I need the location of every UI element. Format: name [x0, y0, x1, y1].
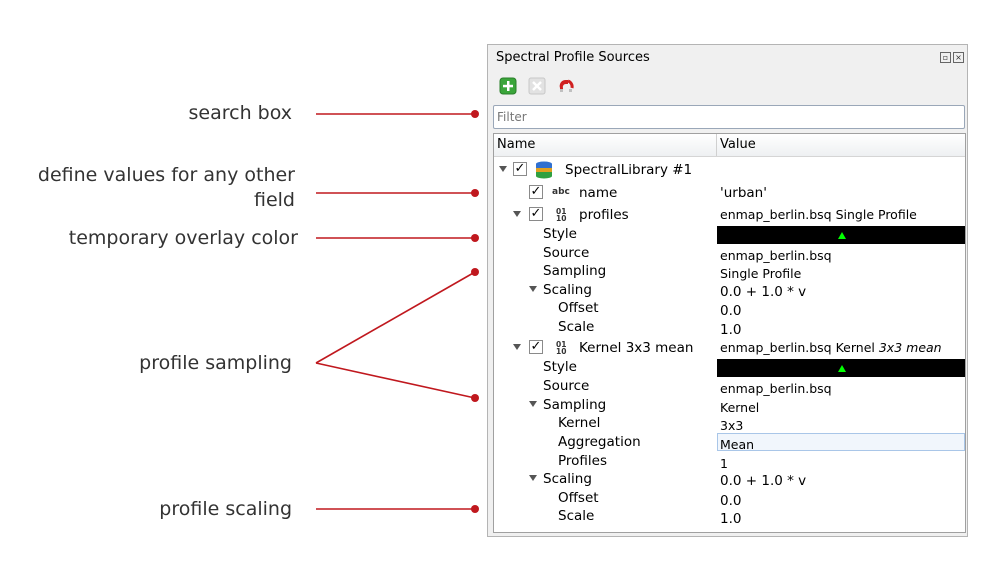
style-label: Style [543, 359, 577, 375]
tree-row-profiles-sampling[interactable]: Sampling Single Profile [494, 262, 965, 281]
tree-row-name-field[interactable]: ✓ abc name 'urban' [494, 184, 965, 202]
tree-row-kernel[interactable]: ✓ 01 10 Kernel 3x3 mean enmap_berlin.bsq … [494, 339, 965, 357]
scale-label: Scale [558, 508, 595, 524]
name-field-checkbox[interactable]: ✓ [529, 185, 543, 199]
toolbar [498, 76, 576, 96]
text-field-icon: abc [552, 187, 570, 197]
source-label: Source [543, 378, 590, 394]
scaling-label: Scaling [543, 471, 592, 487]
tree-row-profiles[interactable]: ✓ 01 10 profiles enmap_berlin.bsq Single … [494, 206, 965, 224]
tree-row-profiles-scale[interactable]: Scale 1.0 [494, 318, 965, 339]
binary-field-icon: 01 10 [556, 340, 567, 356]
add-source-button[interactable] [498, 76, 518, 96]
name-field-label: name [579, 185, 618, 201]
tree-row-kernel-scaling[interactable]: Scaling 0.0 + 1.0 * v [494, 470, 965, 490]
scale-value[interactable]: 1.0 [720, 321, 741, 339]
kernel-size-label: Kernel [558, 415, 601, 431]
sampling-pointer-2 [315, 362, 476, 399]
float-icon[interactable]: ▫ [940, 52, 951, 63]
tree-row-profiles-style[interactable]: Style [494, 225, 965, 244]
expand-arrow-icon[interactable] [529, 286, 537, 292]
scale-value[interactable]: 1.0 [720, 510, 741, 528]
scale-label: Scale [558, 319, 595, 335]
style-color-swatch[interactable] [717, 359, 965, 377]
tree-row-kernel-aggregation[interactable]: Aggregation Mean [494, 433, 965, 452]
marker-icon [838, 232, 846, 239]
tree-row-kernel-offset[interactable]: Offset 0.0 [494, 489, 965, 509]
kernel-value-suffix: 3x3 mean [878, 340, 942, 355]
tree-row-profiles-offset[interactable]: Offset 0.0 [494, 299, 965, 319]
source-label: Source [543, 245, 590, 261]
tree-row-kernel-source[interactable]: Source enmap_berlin.bsq [494, 377, 965, 396]
column-header-value[interactable]: Value [720, 137, 756, 152]
sampling-pointer-1 [315, 271, 476, 364]
column-header-name[interactable]: Name [497, 137, 535, 152]
expand-arrow-icon[interactable] [499, 166, 507, 172]
style-label: Style [543, 226, 577, 242]
kernel-label: Kernel 3x3 mean [579, 340, 694, 356]
close-icon[interactable]: × [953, 52, 964, 63]
tree-row-kernel-profiles[interactable]: Profiles 1 [494, 452, 965, 471]
tree-header: Name Value [494, 134, 965, 157]
sampling-label: Sampling [543, 263, 607, 279]
tree-row-kernel-scale[interactable]: Scale 1.0 [494, 507, 965, 528]
expand-arrow-icon[interactable] [529, 401, 537, 407]
spectral-profile-sources-panel: Spectral Profile Sources ▫ × Filter Name… [487, 44, 968, 537]
binary-field-icon: 01 10 [556, 207, 567, 223]
library-checkbox[interactable]: ✓ [513, 162, 527, 176]
aggregation-editor[interactable] [717, 433, 965, 451]
filter-input[interactable] [493, 105, 965, 129]
panel-title: Spectral Profile Sources [496, 50, 650, 65]
profiles-count-label: Profiles [558, 453, 608, 469]
style-color-swatch[interactable] [717, 226, 965, 244]
database-icon [536, 161, 552, 179]
remove-source-button[interactable] [527, 76, 547, 96]
profiles-value[interactable]: enmap_berlin.bsq Single Profile [720, 206, 917, 224]
tree-row-kernel-kernel[interactable]: Kernel 3x3 [494, 414, 965, 433]
kernel-value-prefix: enmap_berlin.bsq Kernel [720, 340, 875, 355]
column-separator[interactable] [716, 134, 717, 156]
magnet-icon [559, 79, 574, 92]
aggregation-label: Aggregation [558, 434, 641, 450]
library-label: SpectralLibrary #1 [565, 162, 693, 178]
scaling-label: Scaling [543, 282, 592, 298]
tree-row-kernel-sampling[interactable]: Sampling Kernel [494, 396, 965, 415]
sampling-label: Sampling [543, 397, 607, 413]
expand-arrow-icon[interactable] [513, 344, 521, 350]
offset-label: Offset [558, 490, 599, 506]
expand-arrow-icon[interactable] [529, 475, 537, 481]
profiles-checkbox[interactable]: ✓ [529, 207, 543, 221]
name-field-value[interactable]: 'urban' [720, 184, 767, 202]
tree-row-library[interactable]: ✓ SpectralLibrary #1 [494, 161, 965, 179]
profiles-label: profiles [579, 207, 629, 223]
tree-row-profiles-source[interactable]: Source enmap_berlin.bsq [494, 244, 965, 263]
tree-row-profiles-scaling[interactable]: Scaling 0.0 + 1.0 * v [494, 281, 965, 300]
remove-icon [528, 77, 546, 95]
marker-icon [838, 365, 846, 372]
add-icon [499, 77, 517, 95]
offset-label: Offset [558, 300, 599, 316]
profile-sources-tree: Name Value ✓ SpectralLibrary #1 ✓ abc na… [493, 133, 966, 533]
snap-button[interactable] [556, 76, 576, 96]
panel-title-buttons: ▫ × [940, 52, 964, 63]
kernel-value[interactable]: enmap_berlin.bsq Kernel 3x3 mean [720, 339, 942, 357]
tree-row-kernel-style[interactable]: Style [494, 358, 965, 377]
kernel-checkbox[interactable]: ✓ [529, 340, 543, 354]
expand-arrow-icon[interactable] [513, 211, 521, 217]
scaling-value[interactable]: 0.0 + 1.0 * v [720, 472, 806, 490]
